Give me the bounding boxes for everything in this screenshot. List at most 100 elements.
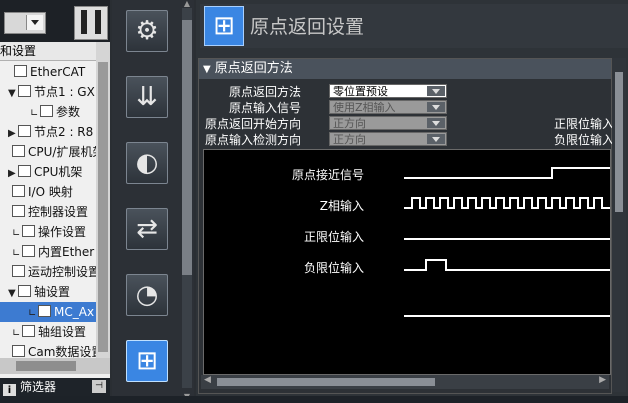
status-strip [0, 396, 628, 403]
tree-twisty-icon[interactable]: ▶ [8, 124, 18, 144]
tree-item-label: CPU机架 [34, 165, 83, 179]
tree-node-icon [12, 345, 25, 357]
panel-horizontal-scrollbar[interactable]: ◀ ▶ [201, 375, 609, 389]
setting-label: 原点返回方法 [228, 85, 301, 99]
tree-item-label: Cam数据设置 [28, 345, 104, 359]
tree-item-label: 内置Ether [38, 245, 95, 259]
select-value: 正方向 [333, 133, 366, 146]
tree-node-icon [22, 245, 35, 257]
servo-motor-icon[interactable]: ◐ [126, 142, 168, 184]
homing-settings-panel: ▼ 原点返回方法 原点返回方法 零位置预设 原点输入信号 使用Z相输入 原点返回开始方向正… [198, 58, 615, 394]
scroll-thumb[interactable] [615, 72, 623, 212]
gauge-icon[interactable]: ◔ [126, 274, 168, 316]
scroll-thumb[interactable] [182, 20, 192, 275]
tree-node-icon [22, 225, 35, 237]
tree-item[interactable]: 运动控制设置 [0, 262, 100, 282]
setting-select: 正方向 [329, 132, 447, 146]
tree-item-label: EtherCAT [30, 65, 86, 79]
section-title: 原点返回方法 [214, 61, 293, 76]
multiview-explorer: 和设置 EtherCAT ▼ 节点1 : GX ∟ 参数 ▶ 节点2 : R8 CPU/扩展机… [0, 0, 110, 403]
setting-label: 原点输入信号 [228, 101, 301, 115]
filmstrip-icon[interactable] [74, 6, 108, 40]
transfer-arrows-icon[interactable]: ⇄ [126, 208, 168, 250]
scroll-thumb[interactable] [16, 361, 76, 371]
tree-item[interactable]: ∟ 参数 [0, 102, 96, 122]
tree-twisty-icon[interactable]: ▶ [8, 164, 18, 184]
tree-item[interactable]: ▶ CPU机架 [0, 162, 96, 182]
tree-item[interactable]: ∟ MC_Ax [0, 302, 96, 322]
positive-limit-label: 正限位输入 [554, 117, 615, 131]
setting-label: 原点输入检测方向 [204, 133, 301, 147]
tree-twisty-icon[interactable]: ▼ [8, 284, 18, 304]
io-settings-icon[interactable]: ⇊ [126, 76, 168, 118]
tree-node-icon [40, 105, 53, 117]
tree-vertical-scrollbar[interactable] [96, 42, 110, 362]
tree-node-icon [38, 305, 51, 317]
device-dropdown[interactable] [4, 12, 46, 34]
tree-twisty-icon[interactable]: ∟ [30, 104, 40, 124]
homing-icon[interactable]: ⊞ [126, 340, 168, 382]
tree-item[interactable]: ∟ 操作设置 [0, 222, 96, 242]
z-phase-waveform [404, 197, 610, 209]
setting-select: 使用Z相输入 [329, 100, 447, 114]
tree-item-label: I/O 映射 [28, 185, 73, 199]
page-title: 原点返回设置 [250, 16, 365, 38]
tab-column-scrollbar[interactable]: ▲ ▼ [180, 0, 194, 403]
tree-category-header[interactable]: 和设置 [0, 42, 96, 61]
chevron-down-icon: ▼ [203, 64, 211, 75]
tree-item-label: 运动控制设置 [28, 265, 101, 279]
section-header[interactable]: ▼ 原点返回方法 [199, 59, 611, 79]
scroll-up-icon[interactable]: ▲ [182, 0, 192, 8]
tree-item[interactable]: ▼ 节点1 : GX [0, 82, 96, 102]
tree-item-label: 节点2 : R8 [34, 125, 94, 139]
tree-node-icon [22, 325, 35, 337]
tree-twisty-icon[interactable]: ∟ [12, 324, 22, 344]
tree-node-icon [18, 165, 31, 177]
select-value: 零位置预设 [333, 85, 388, 98]
panel-vertical-scrollbar[interactable] [612, 58, 626, 392]
settings-title-bar: ⊞ 原点返回设置 [200, 4, 628, 48]
setting-select[interactable]: 零位置预设 [329, 84, 447, 98]
tree-horizontal-scrollbar[interactable] [0, 358, 110, 374]
scroll-right-icon[interactable]: ▶ [599, 375, 606, 385]
tree-item[interactable]: EtherCAT [0, 62, 96, 82]
tree-twisty-icon[interactable]: ∟ [12, 224, 22, 244]
explorer-toolbar [0, 0, 110, 42]
tree-item-label: 轴设置 [34, 285, 71, 299]
tree-item[interactable]: ▶ 节点2 : R8 [0, 122, 96, 142]
filter-label: 筛选器 [20, 380, 57, 394]
scroll-thumb[interactable] [98, 62, 108, 352]
scroll-left-icon[interactable]: ◀ [204, 375, 211, 385]
tree-item[interactable]: ▼ 轴设置 [0, 282, 96, 302]
tree-item[interactable]: CPU/扩展机架 [0, 142, 104, 162]
tree-node-icon [12, 185, 25, 197]
tree-item-label: 操作设置 [38, 225, 87, 239]
setting-select: 正方向 [329, 116, 447, 130]
select-value: 正方向 [333, 117, 366, 130]
tree-item-label: MC_Ax [54, 305, 95, 319]
tree-node-icon [14, 65, 27, 77]
filter-bar[interactable]: i 筛选器 ⊣ [0, 378, 110, 397]
tree-item-label: 参数 [56, 105, 81, 119]
chevron-down-icon [427, 134, 445, 144]
negative-limit-waveform [404, 259, 610, 271]
timing-diagram: 原点接近信号 Z相输入 正限位输入 负限位输入 [203, 149, 611, 375]
tree-twisty-icon[interactable]: ∟ [12, 244, 22, 264]
homing-icon: ⊞ [204, 6, 244, 46]
tree-item-label: 节点1 : GX [34, 85, 95, 99]
tree-item[interactable]: ∟ 轴组设置 [0, 322, 96, 342]
chevron-down-icon [26, 15, 43, 30]
tree-item-label: 控制器设置 [28, 205, 89, 219]
select-value: 使用Z相输入 [333, 101, 396, 114]
tree-item[interactable]: I/O 映射 [0, 182, 96, 202]
tree-item[interactable]: ∟ 内置Ether [0, 242, 96, 262]
tree-node-icon [18, 285, 31, 297]
tree-item[interactable]: 控制器设置 [0, 202, 96, 222]
gear-search-icon[interactable]: ⚙ [126, 10, 168, 52]
setting-label: 原点返回开始方向 [204, 117, 301, 131]
tree-twisty-icon[interactable]: ∟ [28, 304, 38, 324]
scroll-thumb[interactable] [217, 378, 435, 386]
pin-icon[interactable]: ⊣ [92, 380, 106, 393]
tree-twisty-icon[interactable]: ▼ [8, 84, 18, 104]
chevron-down-icon [427, 86, 445, 96]
